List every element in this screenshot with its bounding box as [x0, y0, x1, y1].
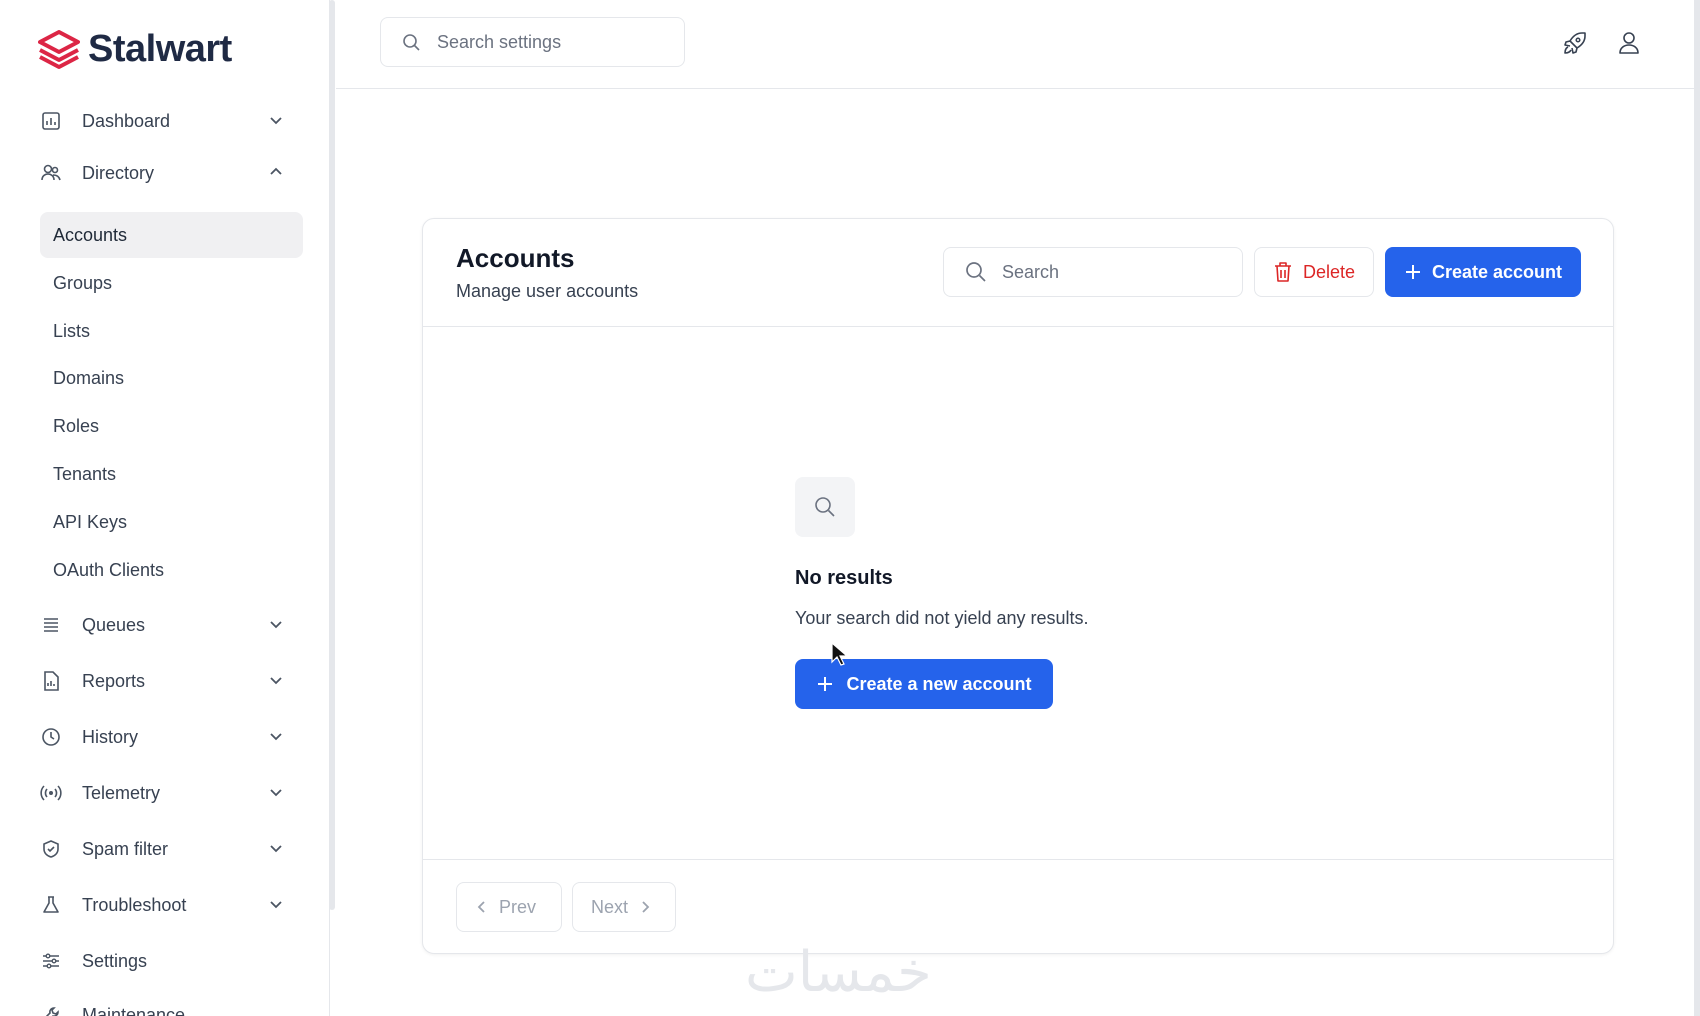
chevron-down-icon [270, 901, 282, 909]
sidebar-subitem-accounts[interactable]: Accounts [40, 212, 303, 258]
sidebar-item-label: Directory [82, 162, 155, 183]
stalwart-logo[interactable]: Stalwart [38, 28, 232, 71]
topbar [336, 0, 1700, 89]
user-icon[interactable] [1616, 30, 1642, 56]
plus-icon [1405, 265, 1420, 279]
sidebar-item-label: Reports [82, 670, 146, 691]
chart-icon [40, 110, 62, 132]
empty-state-text: Your search did not yield any results. [795, 608, 1089, 628]
sidebar-item-reports[interactable]: Reports [40, 661, 295, 701]
chevron-right-icon [642, 901, 650, 913]
mouse-cursor-icon [831, 642, 847, 666]
sidebar-subitem-domains[interactable]: Domains [40, 355, 303, 401]
chevron-down-icon [270, 117, 282, 125]
sidebar-item-settings[interactable]: Settings [40, 941, 295, 981]
chevron-down-icon [270, 677, 282, 685]
page-subtitle: Manage user accounts [456, 281, 639, 301]
sidebar-item-label: Telemetry [82, 782, 161, 803]
create-new-account-button[interactable]: Create a new account [795, 659, 1053, 709]
next-page-button[interactable]: Next [572, 882, 676, 932]
sidebar-item-label: Spam filter [82, 838, 169, 859]
settings-search-input[interactable] [437, 31, 667, 53]
queue-icon [40, 614, 62, 636]
sidebar-subitem-api-keys[interactable]: API Keys [40, 499, 303, 545]
sidebar-item-label: Queues [82, 614, 146, 635]
sidebar-subitem-roles[interactable]: Roles [40, 403, 303, 449]
empty-state-title: No results [795, 567, 893, 589]
wrench-icon [40, 1004, 62, 1016]
chevron-down-icon [270, 621, 282, 629]
prev-label: Prev [499, 896, 537, 917]
shield-icon [40, 838, 62, 860]
sidebar-subitem-tenants[interactable]: Tenants [40, 451, 303, 497]
sidebar-item-label: Dashboard [82, 110, 171, 131]
brand-name: Stalwart [88, 28, 232, 70]
sidebar-item-dashboard[interactable]: Dashboard [40, 101, 295, 141]
create-new-account-label: Create a new account [846, 673, 1032, 694]
create-account-label: Create account [1431, 261, 1563, 282]
next-label: Next [591, 896, 629, 917]
sidebar-subitem-oauth-clients[interactable]: OAuth Clients [40, 547, 303, 593]
card-header: Accounts Manage user accounts Delete Cre… [423, 219, 1613, 327]
create-account-button[interactable]: Create account [1385, 247, 1581, 297]
search-icon [815, 497, 835, 517]
sidebar-item-telemetry[interactable]: Telemetry [40, 773, 295, 813]
page-scrollbar[interactable] [1694, 0, 1700, 1016]
sidebar-subitem-groups[interactable]: Groups [40, 260, 303, 306]
page-title: Accounts [456, 243, 575, 273]
chevron-left-icon [477, 901, 485, 913]
flask-icon [40, 894, 62, 916]
delete-button[interactable]: Delete [1254, 247, 1374, 297]
chevron-up-icon [270, 167, 282, 175]
search-icon [966, 262, 986, 282]
clock-icon [40, 726, 62, 748]
search-icon [403, 34, 420, 51]
accounts-card: Accounts Manage user accounts Delete Cre… [422, 218, 1614, 954]
broadcast-icon [40, 782, 62, 804]
sidebar-item-directory[interactable]: Directory [40, 153, 295, 193]
chevron-down-icon [270, 845, 282, 853]
stalwart-logo-icon [38, 29, 80, 69]
sidebar-item-label: Troubleshoot [82, 894, 187, 915]
prev-page-button[interactable]: Prev [456, 882, 562, 932]
rocket-icon[interactable] [1562, 30, 1588, 56]
chevron-down-icon [270, 733, 282, 741]
sidebar-scrollbar[interactable] [329, 0, 335, 910]
sidebar: Stalwart Dashboard Directory Accounts Gr… [0, 0, 330, 1016]
sidebar-subitem-lists[interactable]: Lists [40, 308, 303, 354]
sidebar-item-label: Settings [82, 950, 148, 971]
empty-state-icon-box [795, 477, 855, 537]
report-icon [40, 670, 62, 692]
sidebar-item-queues[interactable]: Queues [40, 605, 295, 645]
trash-icon [1274, 262, 1291, 282]
delete-label: Delete [1302, 261, 1356, 282]
sidebar-item-label: Maintenance [82, 1004, 186, 1016]
chevron-down-icon [270, 789, 282, 797]
sidebar-item-maintenance[interactable]: Maintenance [40, 995, 295, 1016]
sidebar-item-spam-filter[interactable]: Spam filter [40, 829, 295, 869]
sidebar-item-label: History [82, 726, 139, 747]
sidebar-item-history[interactable]: History [40, 717, 295, 757]
pagination: Prev Next [423, 859, 1613, 955]
sliders-icon [40, 950, 62, 972]
watermark: خمسات [745, 940, 932, 1005]
plus-icon [818, 677, 833, 691]
sidebar-item-troubleshoot[interactable]: Troubleshoot [40, 885, 295, 925]
settings-search[interactable] [380, 17, 685, 67]
accounts-search-input[interactable] [1002, 261, 1232, 283]
users-icon [40, 162, 62, 184]
accounts-search[interactable] [943, 247, 1243, 297]
